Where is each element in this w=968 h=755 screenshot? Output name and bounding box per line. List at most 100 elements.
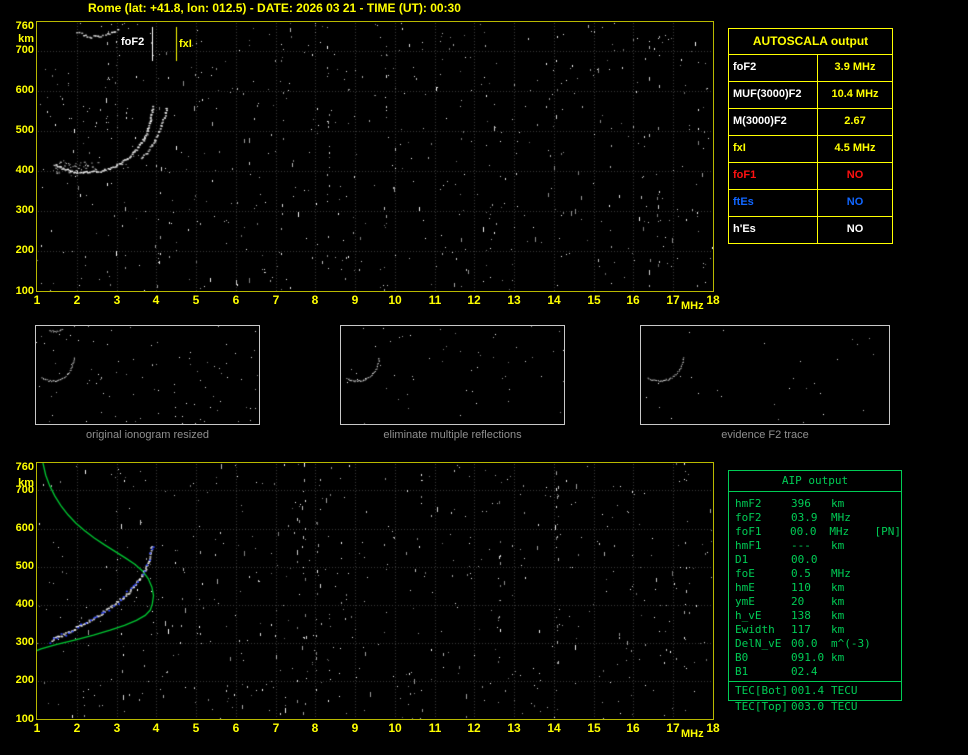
- x-tick-label: 3: [113, 721, 121, 735]
- aip-row-label: D1: [735, 553, 749, 566]
- aip-row-8: h_vE 138 km: [735, 609, 901, 623]
- aip-row-note: [877, 595, 901, 609]
- aip-row-unit: km: [831, 595, 845, 608]
- aip-row-value: 03.9: [791, 511, 818, 524]
- y-tick-label: 760: [15, 20, 34, 32]
- autoscala-row-value: 2.67: [844, 115, 866, 127]
- autoscala-row-0: foF2 3.9 MHz: [729, 55, 892, 82]
- thumb-eliminate-reflections: [340, 325, 565, 425]
- aip-row-11: B0 091.0 km: [735, 651, 901, 665]
- aip-tec-unit: TECU: [831, 700, 858, 713]
- y-tick-label: 500: [15, 560, 34, 572]
- aip-row-note: [877, 511, 901, 525]
- aip-row-label: DelN_vE: [735, 637, 782, 650]
- y-tick-label: 600: [15, 522, 34, 534]
- aip-row-unit: [831, 553, 877, 567]
- aip-tec-label: TEC[Top]: [735, 700, 788, 713]
- thumb-evidence-canvas: [641, 326, 889, 424]
- x-tick-label: 9: [351, 293, 359, 307]
- aip-row-unit: km: [831, 623, 845, 636]
- profile-canvas-bottom: [37, 463, 713, 719]
- autoscala-row-value: NO: [846, 196, 864, 208]
- x-tick-label: 2: [73, 721, 81, 735]
- x-tick-label: 11: [428, 293, 442, 307]
- aip-row-value: 110: [791, 581, 811, 594]
- ionogram-canvas-top: [37, 22, 713, 291]
- aip-row-3: hmF1 --- km: [735, 539, 901, 553]
- x-tick-label: 12: [467, 293, 481, 307]
- autoscala-row-value: NO: [846, 169, 864, 181]
- aip-row-label: B1: [735, 665, 749, 678]
- autoscala-row-label: M(3000)F2: [729, 109, 818, 135]
- fof2-marker-label: foF2: [121, 36, 145, 48]
- autoscala-row-label: h'Es: [729, 217, 818, 243]
- aip-row-10: DelN_vE 00.0 m^(-3): [735, 637, 901, 651]
- aip-row-label: hmF2: [735, 497, 762, 510]
- thumb-caption-eliminate: eliminate multiple reflections: [383, 429, 522, 441]
- aip-tecbot-inner: TEC[Bot] 001.4 TECU: [735, 684, 901, 698]
- aip-row-unit: km: [831, 609, 845, 622]
- autoscala-row-4: foF1 NO: [729, 163, 892, 190]
- autoscala-row-label: ftEs: [729, 190, 818, 216]
- fxi-marker-label: fxI: [179, 38, 192, 50]
- aip-row-note: [877, 623, 901, 637]
- aip-row-label: foE: [735, 567, 755, 580]
- autoscala-table-title: AUTOSCALA output: [729, 29, 892, 55]
- aip-row-label: Ewidth: [735, 623, 775, 636]
- autoscala-table-rows: foF2 3.9 MHz MUF(3000)F2 10.4 MHz M(3000)F2 2…: [729, 55, 892, 243]
- x-tick-label: 11: [428, 721, 442, 735]
- aip-row-2: foF1 00.0 MHz [PN]: [735, 525, 901, 539]
- profile-plot-bottom: [36, 462, 714, 720]
- aip-row-label: hmE: [735, 581, 755, 594]
- y-tick-label: 500: [15, 124, 34, 136]
- x-tick-label: 15: [587, 293, 601, 307]
- y-tick-label: 400: [15, 598, 34, 610]
- x-tick-label: 14: [547, 293, 561, 307]
- autoscala-row-label: foF2: [729, 55, 818, 81]
- y-tick-label: 300: [15, 636, 34, 648]
- aip-row-value: 20: [791, 595, 805, 608]
- aip-row-note: [877, 581, 901, 595]
- aip-row-note: [877, 665, 901, 679]
- x-tick-label: 7: [272, 721, 280, 735]
- aip-row-label: hmF1: [735, 539, 762, 552]
- aip-row-7: ymE 20 km: [735, 595, 901, 609]
- x-tick-label: 4: [152, 721, 160, 735]
- y-tick-label: 600: [15, 84, 34, 96]
- x-tick-label: 13: [507, 293, 521, 307]
- autoscala-row-value: 3.9 MHz: [834, 61, 876, 73]
- x-tick-label: 6: [232, 721, 240, 735]
- x-tick-label: 8: [311, 721, 319, 735]
- aip-tec-top-row: TEC[Top] 003.0 TECU: [729, 700, 905, 714]
- y-tick-label: 200: [15, 674, 34, 686]
- autoscala-row-label: MUF(3000)F2: [729, 82, 818, 108]
- x-tick-label: 7: [272, 293, 280, 307]
- y-tick-label: 700: [15, 484, 34, 496]
- aip-row-6: hmE 110 km: [735, 581, 901, 595]
- aip-tec-value: 003.0: [791, 700, 825, 713]
- aip-tec-label: TEC[Bot]: [735, 684, 788, 697]
- x-tick-label: 16: [626, 293, 640, 307]
- x-tick-label: 6: [232, 293, 240, 307]
- autoscala-row-6: h'Es NO: [729, 217, 892, 243]
- y-tick-label: 400: [15, 164, 34, 176]
- x-tick-label: 1: [33, 293, 41, 307]
- autoscala-row-label: foF1: [729, 163, 818, 189]
- aip-row-4: D1 00.0: [735, 553, 901, 567]
- autoscala-row-5: ftEs NO: [729, 190, 892, 217]
- x-tick-label: 2: [73, 293, 81, 307]
- autoscala-window: Rome (lat: +41.8, lon: 012.5) - DATE: 20…: [0, 0, 968, 755]
- autoscala-row-2: M(3000)F2 2.67: [729, 109, 892, 136]
- aip-table-title: AIP output: [729, 471, 901, 492]
- x-tick-label: 8: [311, 293, 319, 307]
- aip-row-note: [877, 637, 901, 651]
- aip-row-value: 00.0: [791, 553, 818, 566]
- aip-row-unit: MHz: [831, 567, 851, 580]
- autoscala-row-label: fxI: [729, 136, 818, 162]
- x-tick-label: 5: [192, 721, 200, 735]
- aip-row-0: hmF2 396 km: [735, 497, 901, 511]
- x-tick-label: 4: [152, 293, 160, 307]
- aip-row-unit: km: [831, 497, 845, 510]
- aip-row-note: [877, 539, 901, 553]
- aip-row-value: 0.5: [791, 567, 811, 580]
